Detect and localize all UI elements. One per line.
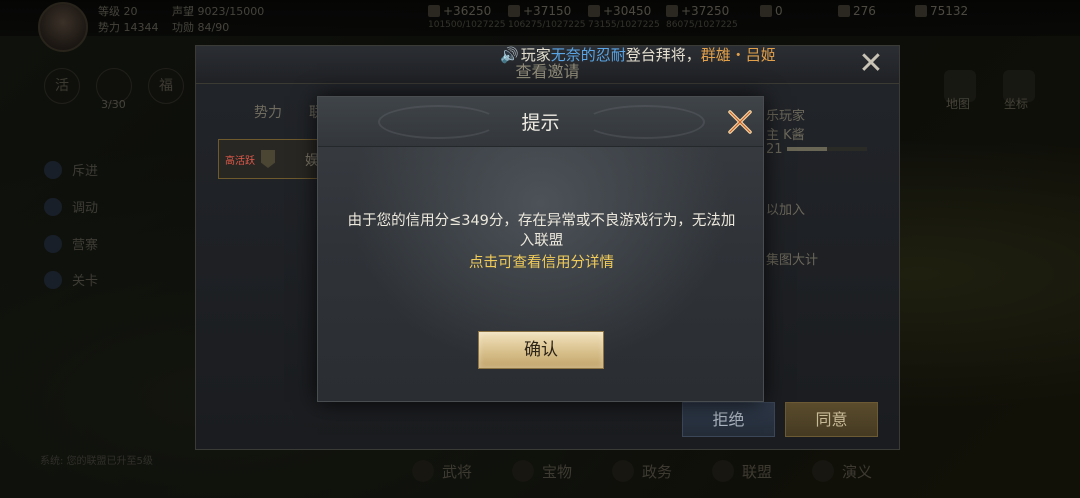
reject-button[interactable]: 拒绝 bbox=[682, 402, 775, 437]
close-icon[interactable] bbox=[723, 105, 757, 139]
speaker-icon: 🔊 bbox=[500, 46, 519, 64]
broadcast-hero: 群雄・吕姬 bbox=[700, 46, 776, 64]
credit-detail-link[interactable]: 点击可查看信用分详情 bbox=[346, 251, 737, 272]
rank-shield-icon bbox=[261, 150, 275, 168]
broadcast-banner: 🔊 玩家无奈的忍耐登台拜将，群雄・吕姬 bbox=[500, 44, 776, 65]
alliance-desc-top: 乐玩家 bbox=[766, 109, 806, 124]
alliance-exp-fill bbox=[787, 147, 827, 151]
prompt-header: 提示 bbox=[318, 97, 763, 147]
active-badge: 高活跃 bbox=[225, 156, 255, 167]
alliance-leader: 主 K酱 bbox=[766, 128, 805, 143]
alliance-exp-bar bbox=[787, 147, 867, 151]
invite-list-item[interactable]: 高活跃 娱 bbox=[218, 139, 319, 179]
broadcast-middle: 登台拜将， bbox=[625, 46, 701, 64]
prompt-title: 提示 bbox=[521, 112, 560, 134]
agree-button[interactable]: 同意 bbox=[785, 402, 878, 437]
invite-close-icon[interactable]: ✕ bbox=[856, 49, 886, 80]
prompt-message: 由于您的信用分≤349分，存在异常或不良游戏行为，无法加入联盟 bbox=[347, 213, 736, 249]
confirm-button[interactable]: 确认 bbox=[478, 331, 604, 369]
join-text: 以加入 bbox=[766, 203, 806, 218]
tab-power[interactable]: 势力 bbox=[254, 102, 282, 122]
credit-prompt-dialog: 提示 由于您的信用分≤349分，存在异常或不良游戏行为，无法加入联盟 点击可查看… bbox=[317, 96, 764, 402]
broadcast-player: 无奈的忍耐 bbox=[550, 46, 626, 64]
map-plan-text: 集图大计 bbox=[766, 253, 819, 268]
alliance-level: 21 bbox=[766, 142, 783, 157]
broadcast-prefix: 玩家 bbox=[520, 46, 551, 64]
